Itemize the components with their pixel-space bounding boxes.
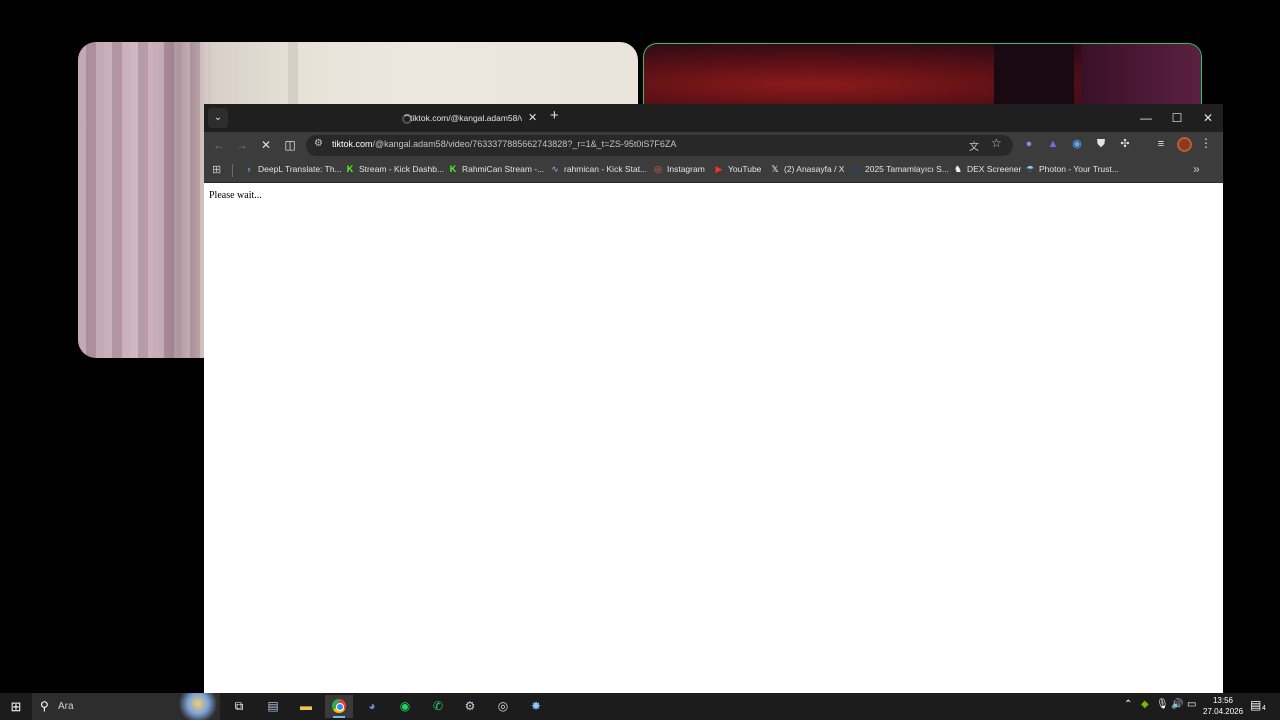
- bookmark-item[interactable]: ∿ rahmican - Kick Stat...: [550, 164, 647, 175]
- bookmark-item[interactable]: ♞ DEX Screener: [953, 164, 1021, 175]
- x-icon: 𝕏: [771, 164, 779, 174]
- network-icon[interactable]: ▭: [1187, 699, 1196, 710]
- bookmark-item[interactable]: ☂ Photon - Your Trust...: [1025, 164, 1119, 175]
- kick-icon: K: [449, 164, 457, 174]
- microphone-icon[interactable]: 🎙: [1156, 699, 1169, 710]
- chrome-icon[interactable]: [325, 695, 353, 718]
- more-bookmarks-icon[interactable]: »: [1193, 162, 1200, 176]
- browser-toolbar: ← → ✕ ◫ ⚙ tiktok.com/@kangal.adam58/vide…: [204, 132, 1223, 158]
- extension-icon[interactable]: ●: [1021, 136, 1037, 152]
- bookmark-item[interactable]: K RahmiCan Stream -...: [448, 164, 544, 174]
- globe-icon: ●: [853, 164, 859, 174]
- bookmark-item[interactable]: 𝕏 (2) Anasayfa / X: [770, 164, 844, 175]
- forward-button[interactable]: →: [233, 136, 251, 154]
- photon-icon: ☂: [1025, 164, 1035, 174]
- volume-icon[interactable]: 🔊: [1171, 699, 1183, 710]
- bookmarks-bar: ⊞ › DeepL Translate: Th... K Stream - Kick…: [204, 158, 1223, 183]
- tab-strip: ⌄ tiktok.com/@kangal.adam58/v ✕ + — ☐ ✕: [204, 104, 1223, 132]
- bookmark-star-icon[interactable]: ☆: [991, 136, 1002, 150]
- search-highlight-graphic: [178, 693, 218, 720]
- address-bar[interactable]: ⚙ tiktok.com/@kangal.adam58/video/763337…: [306, 135, 1013, 156]
- desktop: ⌄ tiktok.com/@kangal.adam58/v ✕ + — ☐ ✕ …: [0, 0, 1280, 720]
- bookmark-item[interactable]: ● 2025 Tamamlayıcı S...: [851, 164, 949, 174]
- tab-close-icon[interactable]: ✕: [528, 111, 537, 124]
- tab-title: tiktok.com/@kangal.adam58/v: [410, 113, 522, 123]
- taskbar-search[interactable]: ⚲ Ara: [32, 693, 220, 720]
- chrome-logo-icon: [332, 699, 346, 713]
- instagram-icon: ◎: [654, 164, 662, 174]
- whatsapp-icon[interactable]: ✆: [424, 695, 452, 718]
- url-domain: tiktok.com: [332, 139, 373, 149]
- nvidia-icon[interactable]: ◆: [1141, 699, 1149, 710]
- extension-icon[interactable]: ▲: [1045, 136, 1061, 152]
- video-graphic: [994, 44, 1074, 112]
- clock-time: 13:56: [1212, 696, 1234, 705]
- youtube-icon: ▶: [715, 164, 723, 174]
- kebab-menu-icon[interactable]: ⋮: [1200, 136, 1212, 150]
- close-window-button[interactable]: ✕: [1193, 108, 1223, 128]
- file-explorer-icon[interactable]: ▬: [292, 695, 320, 718]
- apps-grid-icon[interactable]: ⊞: [212, 163, 221, 176]
- back-button[interactable]: ←: [210, 136, 228, 154]
- obs-icon[interactable]: ◎: [489, 695, 517, 718]
- steam-icon[interactable]: ⚙: [456, 695, 484, 718]
- stop-loading-button[interactable]: ✕: [257, 136, 275, 154]
- loading-message: Please wait...: [209, 190, 262, 201]
- shield-icon[interactable]: ⛊: [1093, 136, 1109, 152]
- tab-search-button[interactable]: ⌄: [208, 108, 228, 128]
- task-view-icon[interactable]: ⧉: [225, 695, 253, 718]
- curtain-graphic: [78, 42, 208, 358]
- bookmark-item[interactable]: ▶ YouTube: [714, 164, 762, 175]
- url-text[interactable]: tiktok.com/@kangal.adam58/video/76333778…: [332, 139, 676, 149]
- new-tab-button[interactable]: +: [550, 107, 559, 124]
- minimize-button[interactable]: —: [1131, 108, 1161, 128]
- puzzle-extensions-icon[interactable]: ✣: [1117, 136, 1133, 152]
- bookmark-item[interactable]: K Stream - Kick Dashb...: [345, 164, 444, 174]
- video-graphic: [1081, 44, 1201, 112]
- maximize-button[interactable]: ☐: [1162, 108, 1192, 128]
- clock-date: 27.04.2026: [1203, 707, 1244, 716]
- taskbar: ⊞ ⚲ Ara ⧉ ▤ ▬ ◕ ◉ ✆ ⚙ ◎ ✸ ⌃ ◆ 🎙 🔊 ▭ 13:5…: [0, 693, 1280, 720]
- dexscreener-icon: ♞: [953, 164, 963, 174]
- kick-icon: K: [346, 164, 354, 174]
- browser-window: ⌄ tiktok.com/@kangal.adam58/v ✕ + — ☐ ✕ …: [204, 104, 1223, 693]
- profile-avatar[interactable]: [1177, 137, 1192, 152]
- divider: [232, 164, 233, 177]
- video-tile-right: [643, 43, 1202, 113]
- search-placeholder: Ara: [58, 701, 74, 712]
- translate-icon[interactable]: 文: [969, 138, 979, 153]
- page-content: Please wait...: [204, 184, 1223, 693]
- side-panel-icon[interactable]: ◫: [281, 136, 299, 154]
- system-clock[interactable]: 13:56 27.04.2026: [1203, 695, 1243, 717]
- app-icon[interactable]: ▤: [259, 695, 287, 718]
- app-icon[interactable]: ✸: [522, 695, 550, 718]
- site-info-icon[interactable]: ⚙: [314, 138, 323, 149]
- bookmark-item[interactable]: › DeepL Translate: Th...: [244, 164, 342, 174]
- active-tab[interactable]: tiktok.com/@kangal.adam58/v ✕: [392, 107, 542, 132]
- bookmark-item[interactable]: ◎ Instagram: [653, 164, 705, 175]
- tray-chevron-up-icon[interactable]: ⌃: [1124, 699, 1132, 710]
- kickstats-icon: ∿: [551, 164, 559, 174]
- spotify-icon[interactable]: ◉: [391, 695, 419, 718]
- windows-start-icon[interactable]: ⊞: [4, 696, 28, 717]
- extension-icon[interactable]: ◉: [1069, 136, 1085, 152]
- media-controls-icon[interactable]: ≡: [1153, 136, 1169, 152]
- search-icon: ⚲: [40, 699, 49, 713]
- notification-icon[interactable]: ▤: [1250, 698, 1261, 712]
- deepl-icon: ›: [247, 164, 251, 174]
- wall-graphic: [288, 42, 298, 112]
- url-path: /@kangal.adam58/video/763337788566274382…: [372, 139, 677, 149]
- discord-icon[interactable]: ◕: [358, 695, 386, 718]
- notification-count: 4: [1262, 705, 1266, 712]
